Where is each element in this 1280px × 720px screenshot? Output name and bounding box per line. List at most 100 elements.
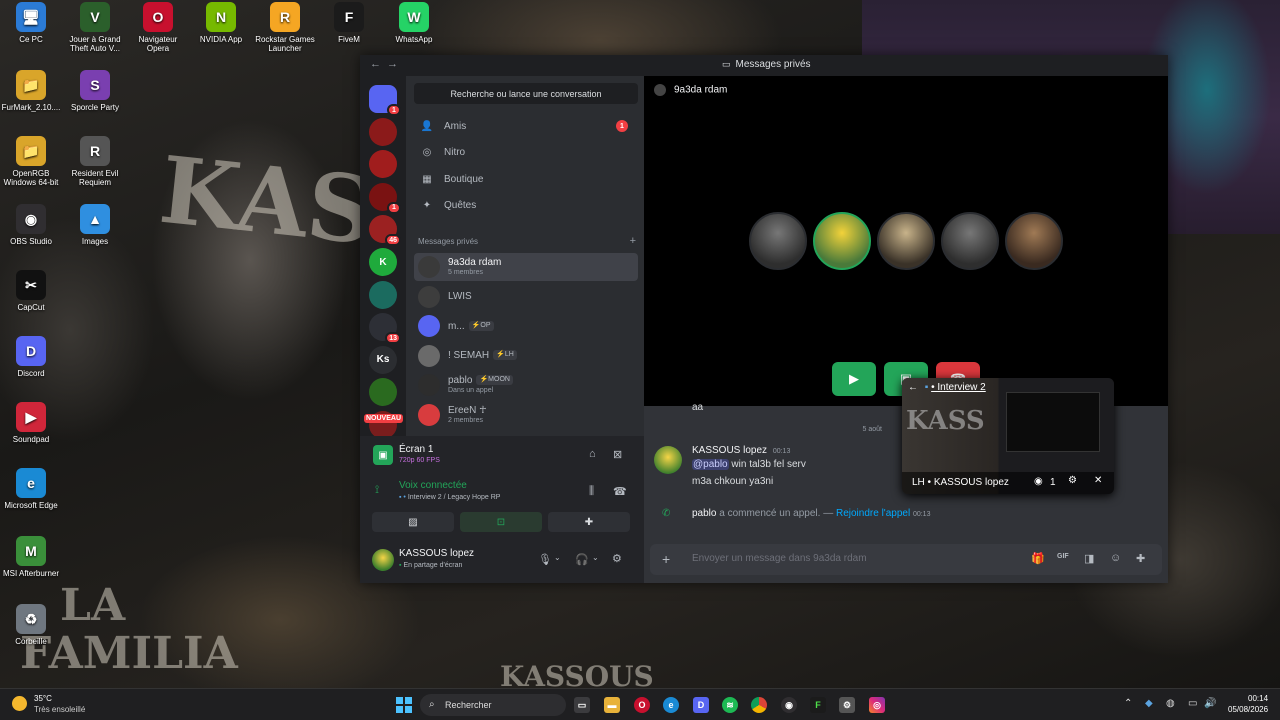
start-button[interactable]: [396, 697, 412, 713]
voice-channel[interactable]: ▪ • Interview 2 / Legacy Hope RP: [399, 494, 500, 501]
tray-app-icon[interactable]: ◆: [1145, 698, 1153, 709]
task-view-icon[interactable]: ▭: [574, 697, 590, 713]
opera-icon[interactable]: O: [634, 697, 650, 713]
nav-arrows[interactable]: ←→: [370, 58, 404, 70]
desktop-icon[interactable]: M MSI Afterburner: [0, 536, 62, 578]
back-icon[interactable]: ←: [370, 58, 387, 70]
server-icon[interactable]: [369, 280, 397, 309]
call-participant-avatar[interactable]: [877, 212, 935, 270]
nav-quêtes[interactable]: ✦ Quêtes: [414, 194, 638, 218]
instagram-icon[interactable]: ◎: [869, 697, 885, 713]
headset-icon[interactable]: 🎧: [575, 553, 589, 566]
join-call-link[interactable]: Rejoindre l'appel: [836, 508, 910, 519]
server-icon[interactable]: [369, 378, 397, 407]
microphone-icon[interactable]: 🎙: [538, 553, 552, 566]
desktop-icon[interactable]: ✂ CapCut: [0, 270, 62, 312]
mention[interactable]: @pablo: [692, 459, 729, 470]
apps-icon[interactable]: ✚: [1136, 552, 1145, 565]
file-explorer-icon[interactable]: ▬: [604, 697, 620, 713]
server-icon[interactable]: 13: [369, 313, 401, 345]
call-participant-avatar[interactable]: [941, 212, 999, 270]
volume-icon[interactable]: 🔊: [1204, 698, 1216, 709]
desktop-icon[interactable]: D Discord: [0, 336, 62, 378]
gift-icon[interactable]: 🎁: [1031, 552, 1045, 565]
dm-item[interactable]: m... ⚡OP: [414, 312, 638, 340]
nav-nitro[interactable]: ◎ Nitro: [414, 141, 638, 165]
controller-icon[interactable]: ⌂: [589, 448, 596, 460]
forward-icon[interactable]: →: [387, 58, 404, 70]
camera-button[interactable]: ▶: [832, 362, 876, 396]
system-author[interactable]: pablo: [692, 508, 716, 519]
pip-close-icon[interactable]: ✕: [1094, 475, 1102, 486]
discord-taskbar-icon[interactable]: D: [693, 697, 709, 713]
message-input[interactable]: Envoyer un message dans 9a3da rdam: [692, 553, 992, 564]
author-avatar[interactable]: [654, 446, 682, 474]
dm-item[interactable]: LWIS: [414, 283, 638, 311]
desktop-icon[interactable]: 🖥 Ce PC: [0, 2, 62, 44]
call-participant-avatar[interactable]: [1005, 212, 1063, 270]
noise-suppression-icon[interactable]: ⫼: [589, 485, 594, 498]
edge-icon[interactable]: e: [663, 697, 679, 713]
desktop-icon[interactable]: O Navigateur Opera: [127, 2, 189, 53]
chrome-icon[interactable]: [751, 697, 767, 713]
desktop-icon[interactable]: N NVIDIA App: [190, 2, 252, 44]
sticker-icon[interactable]: ◨: [1084, 552, 1094, 565]
emoji-icon[interactable]: ☺: [1110, 552, 1121, 564]
desktop-icon[interactable]: 📁 OpenRGB Windows 64-bit: [0, 136, 62, 187]
desktop-icon[interactable]: ◉ OBS Studio: [0, 204, 62, 246]
activities-button[interactable]: ✚: [548, 512, 630, 532]
voice-status[interactable]: Voix connectée: [399, 480, 467, 491]
weather-widget[interactable]: 35°C Très ensoleillé: [12, 694, 112, 716]
desktop-icon[interactable]: R Rockstar Games Launcher: [254, 2, 316, 53]
search-conversation-button[interactable]: Recherche ou lance une conversation: [414, 83, 638, 104]
pip-back-icon[interactable]: ←: [908, 382, 918, 393]
server-icon[interactable]: K: [369, 248, 397, 276]
settings-gear-icon[interactable]: ⚙: [612, 552, 622, 565]
headset-options-chevron-icon[interactable]: ⌄: [592, 553, 599, 562]
call-participant-avatar[interactable]: [813, 212, 871, 270]
settings-taskbar-icon[interactable]: ⚙: [839, 697, 855, 713]
clock-time[interactable]: 00:14: [1248, 694, 1268, 703]
server-icon[interactable]: [369, 117, 397, 146]
tray-app-icon-2[interactable]: ◍: [1166, 698, 1175, 709]
pip-settings-icon[interactable]: ⚙: [1068, 475, 1077, 486]
desktop-icon[interactable]: F FiveM: [318, 2, 380, 44]
desktop-icon[interactable]: ▲ Images: [64, 204, 126, 246]
stop-stream-icon[interactable]: ⊠: [613, 448, 622, 461]
user-name[interactable]: KASSOUS lopez: [399, 548, 474, 559]
server-icon[interactable]: Ks: [369, 345, 397, 374]
avatar[interactable]: [372, 549, 394, 571]
desktop-icon[interactable]: S Sporcle Party: [64, 70, 126, 112]
nav-amis[interactable]: 👤 Amis 1: [414, 114, 638, 138]
author-name[interactable]: KASSOUS lopez: [692, 445, 767, 456]
home-button[interactable]: 1: [369, 85, 401, 116]
desktop-icon[interactable]: V Jouer à Grand Theft Auto V...: [64, 2, 126, 53]
add-dm-icon[interactable]: +: [630, 235, 636, 247]
dm-item[interactable]: ! SEMAH ⚡LH: [414, 342, 638, 370]
desktop-icon[interactable]: ▶ Soundpad: [0, 402, 62, 444]
spotify-icon[interactable]: ≋: [722, 697, 738, 713]
dm-item[interactable]: EreeN ☥ 2 membres: [414, 401, 638, 429]
tray-chevron-icon[interactable]: ⌃: [1124, 698, 1132, 709]
nav-boutique[interactable]: ▦ Boutique: [414, 167, 638, 191]
taskbar-search[interactable]: ⌕ Rechercher: [420, 694, 566, 716]
mic-options-chevron-icon[interactable]: ⌄: [554, 553, 561, 562]
gif-icon[interactable]: GIF: [1057, 553, 1069, 560]
clock-date[interactable]: 05/08/2026: [1228, 705, 1268, 714]
share-screen-button[interactable]: ⊡: [460, 512, 542, 532]
desktop-icon[interactable]: ♻ Corbeille: [0, 604, 62, 646]
server-icon[interactable]: 46: [369, 215, 401, 247]
disconnect-icon[interactable]: ☎: [613, 485, 627, 498]
server-icon[interactable]: 1: [369, 182, 401, 214]
obs-taskbar-icon[interactable]: ◉: [781, 697, 797, 713]
video-off-button[interactable]: ▨: [372, 512, 454, 532]
server-icon[interactable]: [369, 150, 397, 179]
dm-item[interactable]: pablo ⚡MOON Dans un appel: [414, 371, 638, 399]
desktop-icon[interactable]: W WhatsApp: [383, 2, 445, 44]
dm-item[interactable]: 9a3da rdam 5 membres: [414, 253, 638, 281]
desktop-icon[interactable]: e Microsoft Edge: [0, 468, 62, 510]
fivem-taskbar-icon[interactable]: F: [810, 697, 826, 713]
attach-plus-icon[interactable]: +: [662, 551, 670, 567]
desktop-icon[interactable]: 📁 FurMark_2.10....: [0, 70, 62, 112]
call-participant-avatar[interactable]: [749, 212, 807, 270]
